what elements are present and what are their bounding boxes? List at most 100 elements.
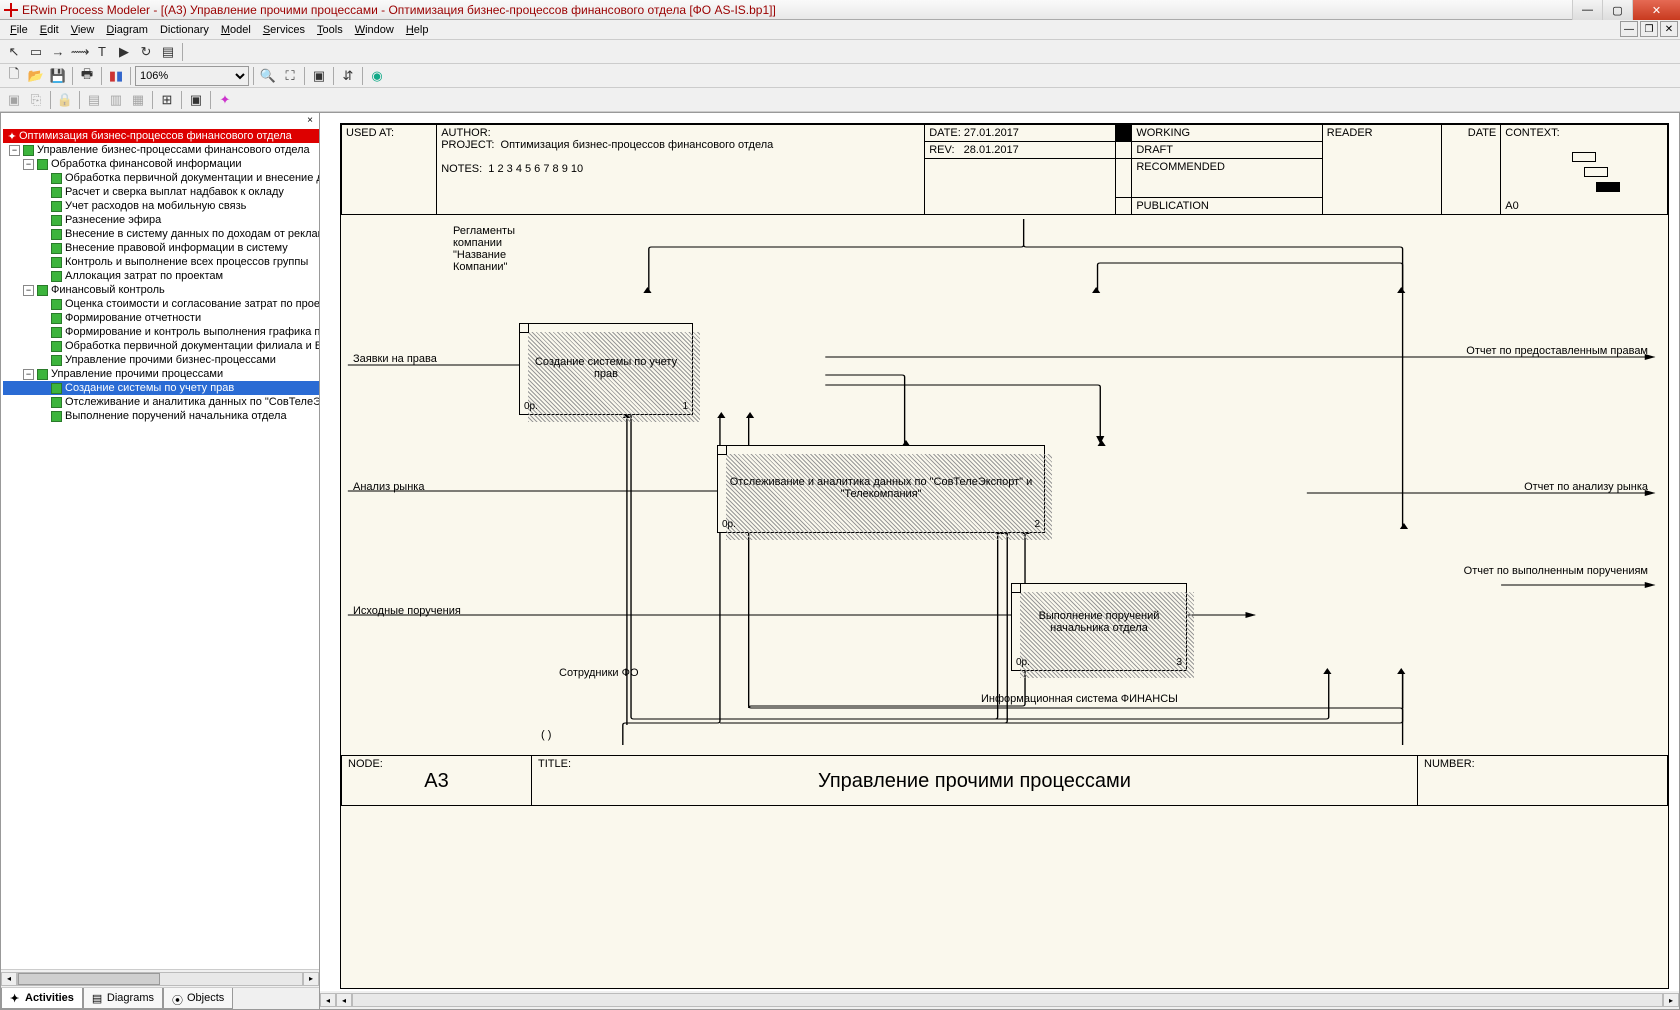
tree-leaf[interactable]: Отслеживание и аналитика данных по "СовТ…: [3, 395, 319, 409]
export-button[interactable]: ▣: [186, 90, 206, 110]
zoom-select[interactable]: 106%: [135, 66, 249, 86]
mdi-minimize-button[interactable]: —: [1620, 21, 1638, 37]
arrow-label: Отчет по анализу рынка: [1524, 481, 1648, 493]
app-icon: [4, 3, 18, 17]
scroll-thumb[interactable]: [18, 973, 160, 985]
tab-diagrams[interactable]: ▤Diagrams: [83, 988, 163, 1009]
open-button[interactable]: 📂: [26, 66, 46, 86]
arrow-label: Регламенты компании "Название Компании": [453, 225, 523, 273]
menu-services[interactable]: Services: [257, 22, 311, 38]
globe-button[interactable]: ◉: [367, 66, 387, 86]
tree-leaf[interactable]: Обработка первичной документации и внесе…: [3, 171, 319, 185]
scroll-left2-button[interactable]: ◂: [336, 993, 352, 1007]
activity-tool[interactable]: ▭: [26, 42, 46, 62]
collapse-icon[interactable]: −: [23, 369, 34, 380]
sidebar-tabs: ✦Activities ▤Diagrams ⦿Objects: [1, 987, 319, 1009]
hierarchy-button[interactable]: ⇵: [338, 66, 358, 86]
tree-leaf[interactable]: Контроль и выполнение всех процессов гру…: [3, 255, 319, 269]
idef0-footer: NODE:A3 TITLE:Управление прочими процесс…: [341, 755, 1668, 806]
tree-leaf[interactable]: Управление прочими бизнес-процессами: [3, 353, 319, 367]
new-button[interactable]: 🗋: [4, 66, 24, 86]
tree-leaf[interactable]: Аллокация затрат по проектам: [3, 269, 319, 283]
menu-tools[interactable]: Tools: [311, 22, 349, 38]
copy-button: ⎘: [26, 90, 46, 110]
activities-icon: ✦: [10, 992, 22, 1004]
tree-leaf[interactable]: Формирование отчетности: [3, 311, 319, 325]
toolbar-tools: ↖ ▭ → ⟿ T ▶ ↻ ▤: [0, 40, 1680, 64]
arrow-label: Анализ рынка: [353, 481, 424, 493]
sidebar-hscrollbar[interactable]: ◂ ▸: [1, 969, 319, 987]
sidebar-close-button[interactable]: ×: [303, 113, 317, 127]
zoom-fit-button[interactable]: ⛶: [280, 66, 300, 86]
tree-leaf[interactable]: Учет расходов на мобильную связь: [3, 199, 319, 213]
menu-file[interactable]: File: [4, 22, 34, 38]
collapse-icon[interactable]: −: [23, 285, 34, 296]
activity-box-1[interactable]: Создание системы по учету прав 0р.1: [519, 323, 693, 415]
menu-window[interactable]: Window: [349, 22, 400, 38]
toolbar-edit: ▣ ⎘ 🔒 ▤ ▥ ▦ ⊞ ▣ ✦: [0, 88, 1680, 112]
menu-help[interactable]: Help: [400, 22, 435, 38]
org-button[interactable]: ⊞: [157, 90, 177, 110]
scroll-left-button[interactable]: ◂: [320, 993, 336, 1007]
idef0-header: USED AT: AUTHOR: PROJECT: Оптимизация би…: [341, 124, 1668, 215]
squiggle-tool[interactable]: ⟿: [70, 42, 90, 62]
tree-leaf[interactable]: Расчет и сверка выплат надбавок к окладу: [3, 185, 319, 199]
tree-node[interactable]: −Управление бизнес-процессами финансовог…: [3, 143, 319, 157]
tree-node[interactable]: −Финансовый контроль: [3, 283, 319, 297]
print-button[interactable]: 🖶: [77, 66, 97, 86]
zoom-in-button[interactable]: 🔍: [258, 66, 278, 86]
pointer-tool[interactable]: ↖: [4, 42, 24, 62]
arrow-label: Отчет по предоставленным правам: [1466, 345, 1648, 357]
tree-leaf[interactable]: Обработка первичной документации филиала…: [3, 339, 319, 353]
window-controls: — ▢ ✕: [1572, 0, 1680, 20]
refresh-tool[interactable]: ↻: [136, 42, 156, 62]
menu-model[interactable]: Model: [215, 22, 257, 38]
mdi-close-button[interactable]: ✕: [1660, 21, 1678, 37]
palette-button[interactable]: ▮▮: [106, 66, 126, 86]
scroll-right-button[interactable]: ▸: [1663, 993, 1679, 1007]
tree-leaf-selected[interactable]: Создание системы по учету прав: [3, 381, 319, 395]
objects-icon: ⦿: [172, 992, 184, 1004]
misc-button[interactable]: ✦: [215, 90, 235, 110]
tree-leaf[interactable]: Разнесение эфира: [3, 213, 319, 227]
save-button[interactable]: 💾: [48, 66, 68, 86]
tab-activities[interactable]: ✦Activities: [1, 988, 83, 1009]
tree-leaf[interactable]: Выполнение поручений начальника отдела: [3, 409, 319, 423]
close-button[interactable]: ✕: [1632, 0, 1680, 20]
tree-node[interactable]: −Обработка финансовой информации: [3, 157, 319, 171]
scroll-left-button[interactable]: ◂: [1, 972, 17, 986]
settings-tool[interactable]: ▤: [158, 42, 178, 62]
play-tool[interactable]: ▶: [114, 42, 134, 62]
collapse-icon[interactable]: −: [23, 159, 34, 170]
scroll-right-button[interactable]: ▸: [303, 972, 319, 986]
arrow-label: Сотрудники ФО: [559, 667, 639, 679]
menu-dictionary[interactable]: Dictionary: [154, 22, 215, 38]
menu-view[interactable]: View: [65, 22, 101, 38]
tab-objects[interactable]: ⦿Objects: [163, 988, 233, 1009]
tree-leaf[interactable]: Внесение правовой информации в систему: [3, 241, 319, 255]
mdi-restore-button[interactable]: ❐: [1640, 21, 1658, 37]
diagram-body[interactable]: Создание системы по учету прав 0р.1 Отсл…: [341, 215, 1668, 755]
tree-node[interactable]: −Управление прочими процессами: [3, 367, 319, 381]
activity-box-3[interactable]: Выполнение поручений начальника отдела 0…: [1011, 583, 1187, 671]
diagram-canvas[interactable]: USED AT: AUTHOR: PROJECT: Оптимизация би…: [320, 112, 1680, 1010]
activity-box-2[interactable]: Отслеживание и аналитика данных по "СовТ…: [717, 445, 1045, 533]
tree-leaf[interactable]: Формирование и контроль выполнения графи…: [3, 325, 319, 339]
model-explorer: × ✦Оптимизация бизнес-процессов финансов…: [0, 112, 320, 1010]
tree-root[interactable]: ✦Оптимизация бизнес-процессов финансовог…: [3, 129, 319, 143]
activity-tree[interactable]: ✦Оптимизация бизнес-процессов финансовог…: [1, 127, 319, 969]
maximize-button[interactable]: ▢: [1602, 0, 1632, 20]
arrow-label: Исходные поручения: [353, 605, 461, 617]
arrow-tool[interactable]: →: [48, 42, 68, 62]
tree-leaf[interactable]: Внесение в систему данных по доходам от …: [3, 227, 319, 241]
text-tool[interactable]: T: [92, 42, 112, 62]
minimize-button[interactable]: —: [1572, 0, 1602, 20]
menu-diagram[interactable]: Diagram: [100, 22, 154, 38]
tree-toggle-button[interactable]: ▣: [309, 66, 329, 86]
menu-edit[interactable]: Edit: [34, 22, 65, 38]
lock-button: 🔒: [55, 90, 75, 110]
tree-leaf[interactable]: Оценка стоимости и согласование затрат п…: [3, 297, 319, 311]
canvas-hscrollbar[interactable]: ◂ ◂ ▸: [320, 991, 1679, 1009]
collapse-icon[interactable]: −: [9, 145, 20, 156]
diagrams-icon: ▤: [92, 992, 104, 1004]
